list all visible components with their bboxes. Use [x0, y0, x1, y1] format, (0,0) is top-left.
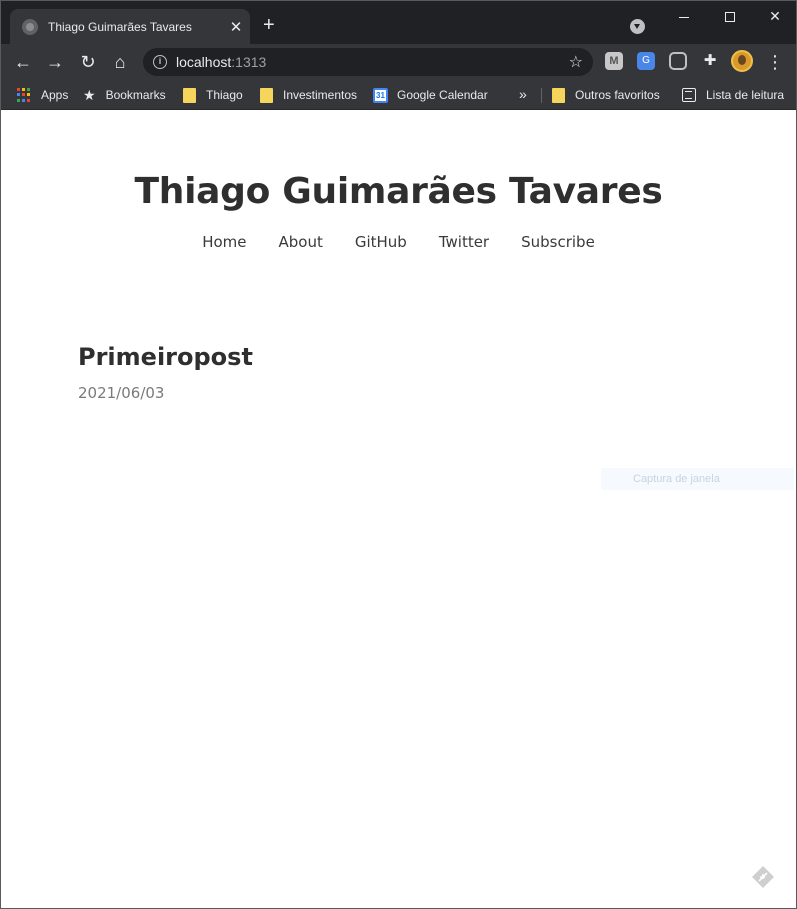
- browser-menu-icon[interactable]: ⋮: [765, 50, 785, 74]
- nav-twitter-link[interactable]: Twitter: [439, 233, 489, 251]
- profile-avatar[interactable]: [731, 50, 753, 72]
- nav-subscribe-link[interactable]: Subscribe: [521, 233, 595, 251]
- feather-logo-icon[interactable]: [751, 865, 775, 889]
- bookmarks-divider: [541, 88, 542, 103]
- browser-toolbar: ← → ↻ ⌂ i localhost:1313 ☆ M G ✚ ⋮: [1, 44, 796, 80]
- nav-about-link[interactable]: About: [278, 233, 322, 251]
- nav-github-link[interactable]: GitHub: [355, 233, 407, 251]
- translate-extension-icon[interactable]: G: [637, 52, 655, 70]
- site-title[interactable]: Thiago Guimarães Tavares: [1, 171, 796, 212]
- extension-m-icon[interactable]: M: [605, 52, 623, 70]
- nav-home-link[interactable]: Home: [202, 233, 246, 251]
- bookmark-google-calendar[interactable]: 31 Google Calendar: [373, 86, 488, 104]
- page-viewport: Thiago Guimarães Tavares Home About GitH…: [1, 111, 796, 908]
- capture-hint-overlay: Captura de janela: [601, 468, 794, 490]
- maximize-button[interactable]: [707, 5, 753, 27]
- bookmark-folder-thiago[interactable]: Thiago: [183, 86, 243, 104]
- tab-search-icon[interactable]: [630, 19, 645, 34]
- bookmarks-overflow-icon[interactable]: »: [519, 86, 527, 102]
- bookmarks-bar: Apps ★ Bookmarks Thiago Investimentos 31…: [1, 80, 796, 110]
- pocket-extension-icon[interactable]: [669, 52, 687, 70]
- extensions-puzzle-icon[interactable]: ✚: [701, 52, 719, 70]
- tab-strip: Thiago Guimarães Tavares ✕ + ✕: [1, 1, 796, 44]
- star-icon: ★: [83, 86, 96, 103]
- bookmark-reading-list[interactable]: Lista de leitura: [682, 86, 784, 104]
- post-date: 2021/06/03: [78, 384, 165, 402]
- bookmark-star-icon[interactable]: ☆: [569, 52, 583, 72]
- site-info-icon[interactable]: i: [153, 55, 167, 69]
- reading-list-icon: [682, 88, 696, 102]
- active-tab[interactable]: Thiago Guimarães Tavares ✕: [10, 9, 250, 44]
- globe-icon: [22, 18, 38, 35]
- address-bar[interactable]: i localhost:1313 ☆: [143, 48, 593, 76]
- forward-icon[interactable]: →: [43, 50, 67, 74]
- bookmark-folder-outros-favoritos[interactable]: Outros favoritos: [552, 86, 660, 104]
- apps-grid-icon: [17, 88, 31, 102]
- browser-window: Thiago Guimarães Tavares ✕ + ✕ ← → ↻ ⌂ i…: [0, 0, 797, 909]
- folder-icon: [552, 87, 565, 103]
- folder-icon: [183, 87, 196, 103]
- bookmark-folder-investimentos[interactable]: Investimentos: [260, 86, 357, 104]
- back-icon[interactable]: ←: [11, 50, 35, 74]
- folder-icon: [260, 87, 273, 103]
- home-icon[interactable]: ⌂: [108, 50, 132, 74]
- post-title[interactable]: Primeiropost: [78, 343, 253, 371]
- bookmark-bookmarks[interactable]: ★ Bookmarks: [83, 86, 166, 104]
- minimize-button[interactable]: [661, 5, 707, 27]
- new-tab-button[interactable]: +: [263, 15, 275, 35]
- close-window-button[interactable]: ✕: [752, 5, 796, 27]
- calendar-icon: 31: [373, 87, 388, 103]
- site-nav: Home About GitHub Twitter Subscribe: [1, 233, 796, 251]
- tab-close-icon[interactable]: ✕: [228, 18, 244, 36]
- tab-title: Thiago Guimarães Tavares: [48, 19, 192, 34]
- url-text[interactable]: localhost:1313: [176, 54, 266, 70]
- bookmark-apps[interactable]: Apps: [17, 86, 68, 104]
- reload-icon[interactable]: ↻: [76, 50, 100, 74]
